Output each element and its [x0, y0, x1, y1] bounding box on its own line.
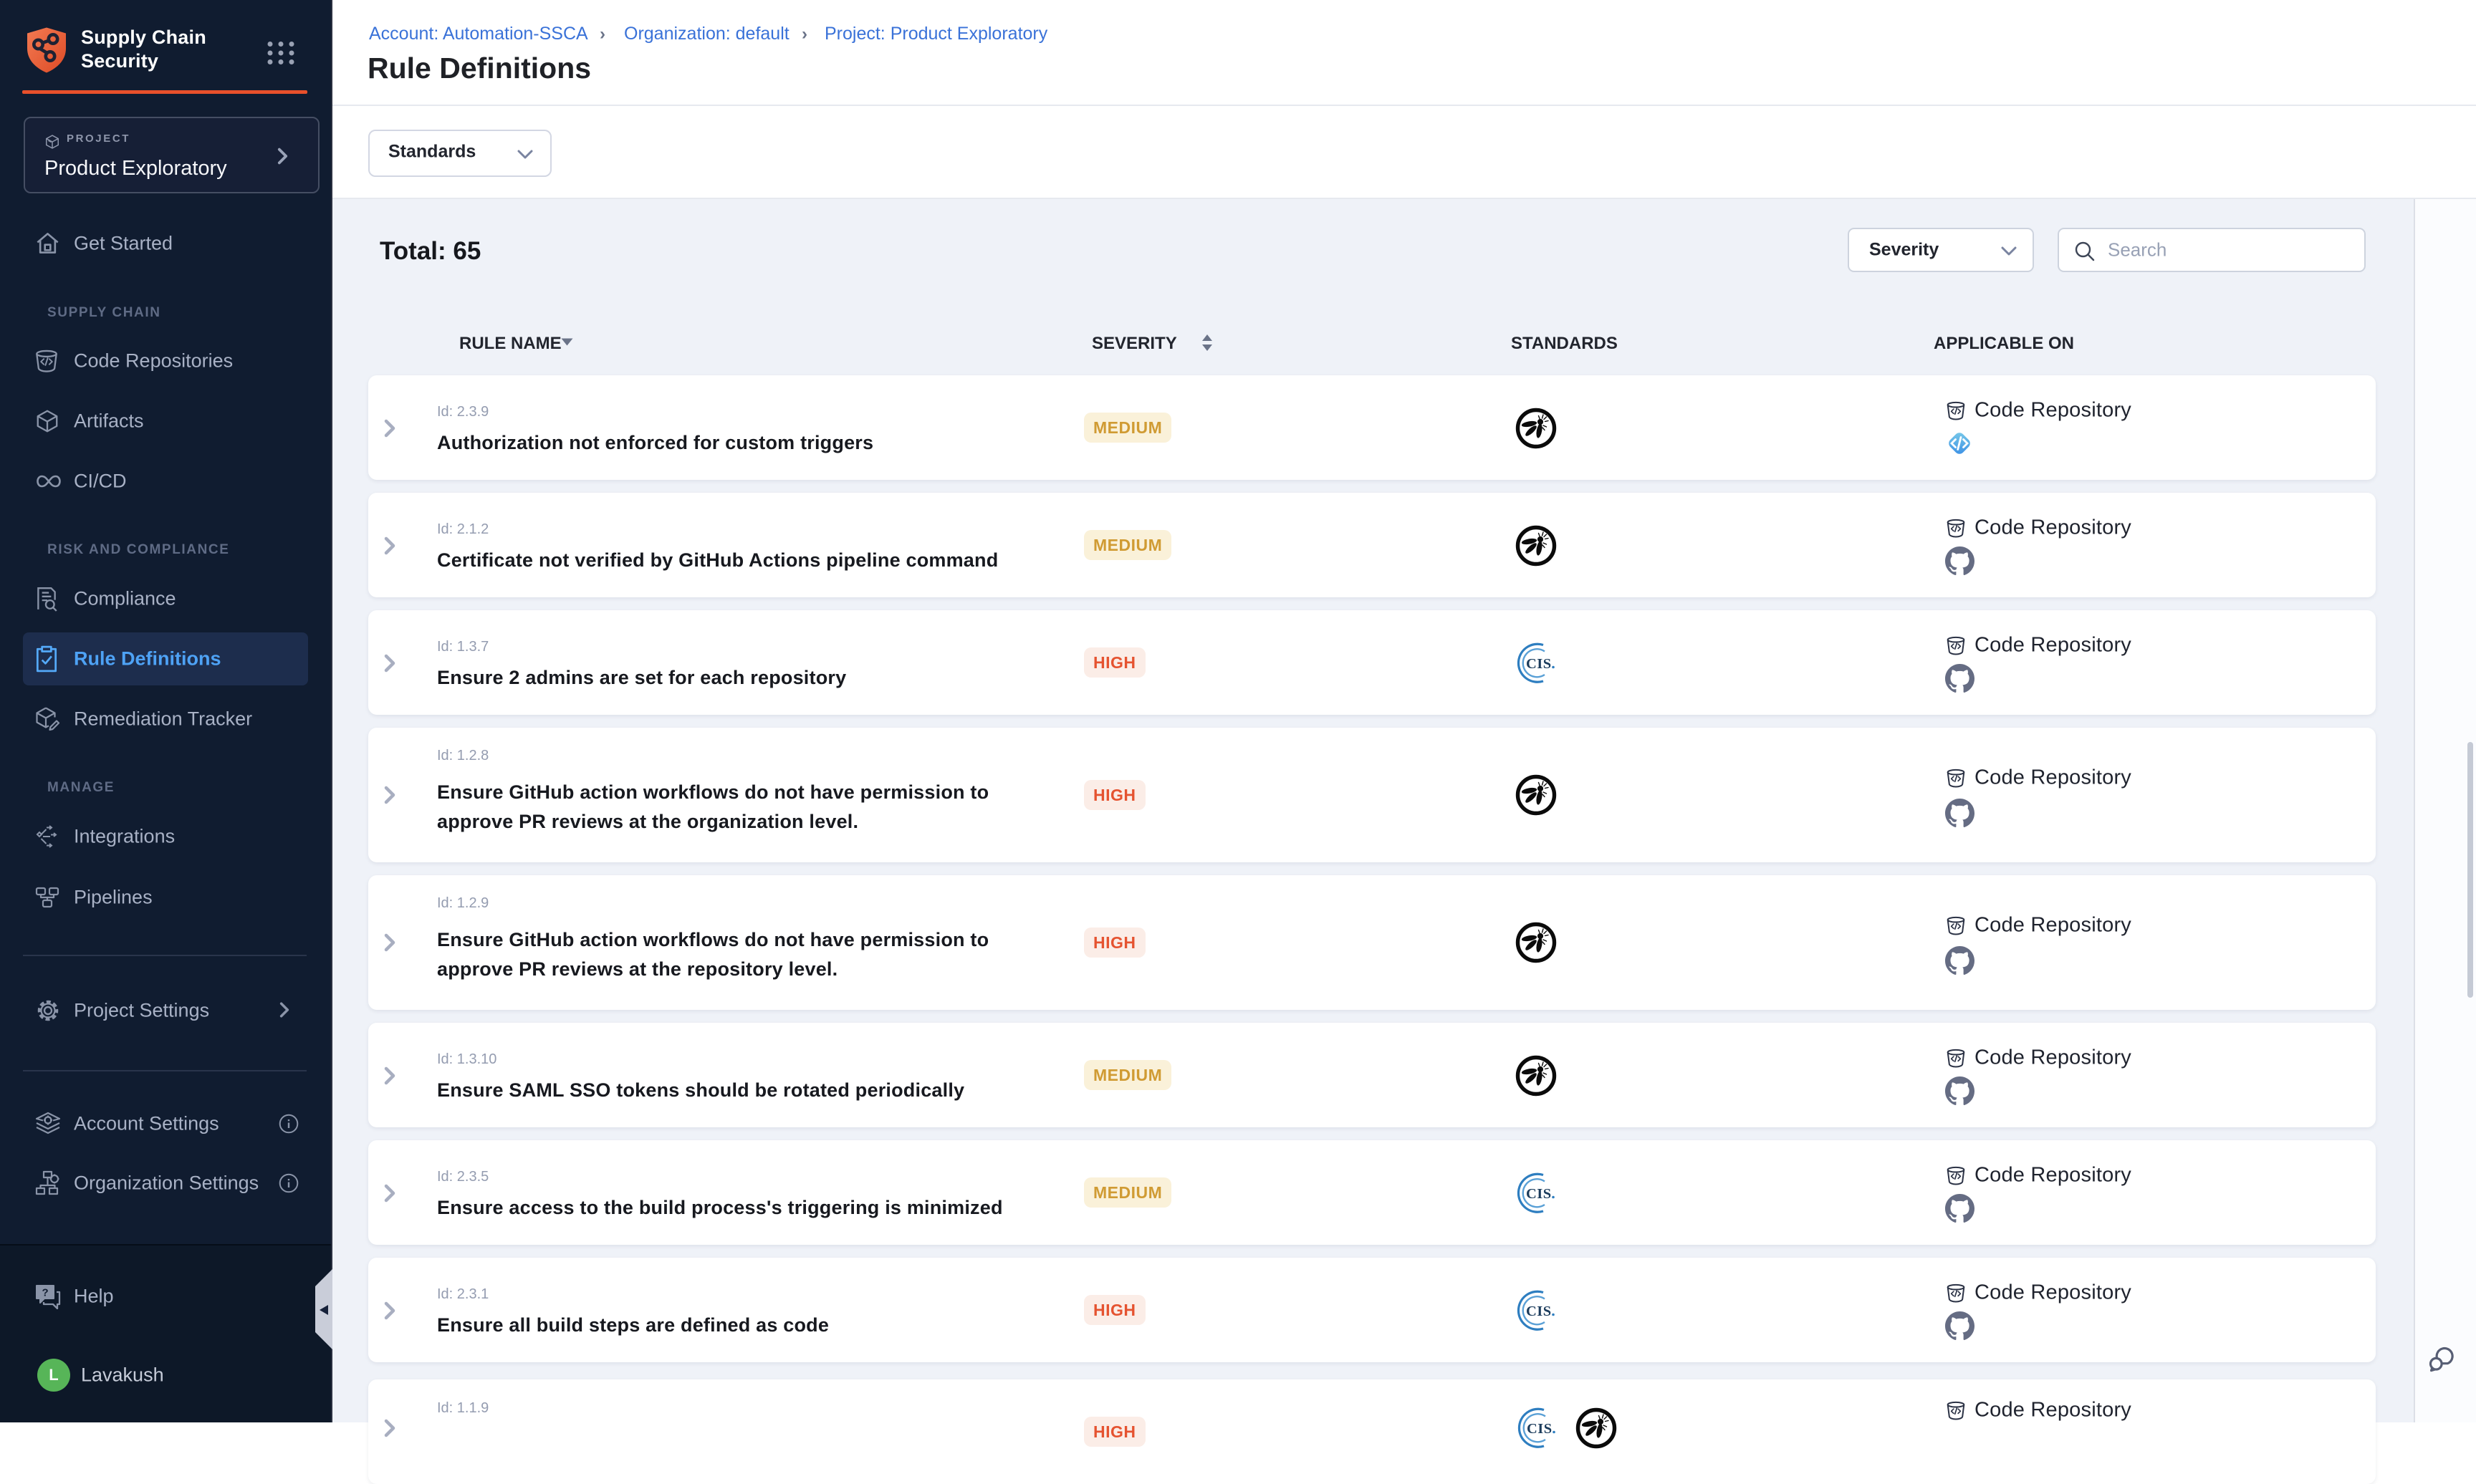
- svg-text:?: ?: [42, 1287, 49, 1299]
